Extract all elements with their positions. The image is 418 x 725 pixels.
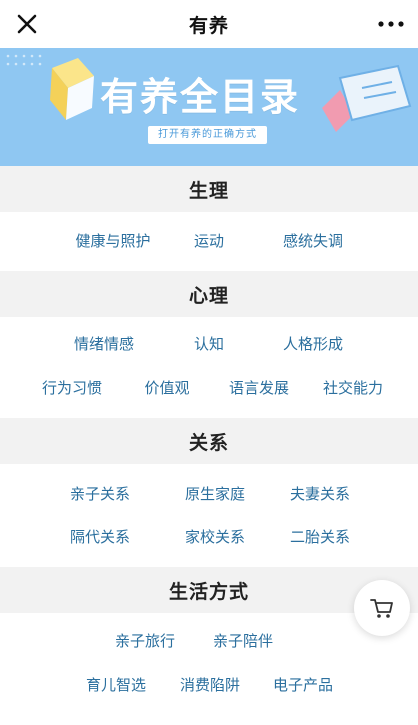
section-title-psychology: 心理 (0, 271, 418, 317)
tag-item[interactable]: 电子产品 (273, 674, 333, 695)
tag-item[interactable]: 运动 (194, 230, 224, 251)
tag-item[interactable]: 亲子旅行 (115, 630, 175, 651)
banner: 有养全目录 打开有养的正确方式 (0, 48, 418, 166)
more-icon[interactable] (376, 14, 406, 34)
page-title: 有养 (188, 14, 229, 37)
tag-item[interactable]: 夫妻关系 (290, 483, 350, 504)
banner-decoration-right (322, 64, 412, 132)
tag-item[interactable]: 亲子陪伴 (213, 630, 273, 651)
tag-item[interactable]: 育儿智选 (86, 674, 146, 695)
tag-item[interactable]: 人格形成 (283, 333, 343, 354)
tag-item[interactable]: 原生家庭 (185, 483, 245, 504)
tag-item[interactable]: 家校关系 (185, 526, 245, 547)
tag-item[interactable]: 二胎关系 (290, 526, 350, 547)
tag-item[interactable]: 认知 (194, 333, 224, 354)
tag-item[interactable]: 语言发展 (229, 377, 289, 398)
tag-item[interactable]: 亲子关系 (70, 483, 130, 504)
tag-item[interactable]: 价值观 (144, 377, 189, 398)
tag-item[interactable]: 健康与照护 (75, 230, 150, 251)
banner-title: 有养全目录 (100, 75, 301, 119)
cart-button[interactable] (354, 580, 410, 636)
tag-item[interactable]: 隔代关系 (70, 526, 130, 547)
section-body-relationships: 亲子关系 原生家庭 夫妻关系 隔代关系 家校关系 二胎关系 (0, 464, 418, 561)
banner-subtitle: 打开有养的正确方式 (148, 126, 267, 144)
tag-item[interactable]: 情绪情感 (74, 333, 134, 354)
tag-item[interactable]: 社交能力 (323, 377, 383, 398)
tag-item[interactable]: 行为习惯 (42, 377, 102, 398)
banner-decoration-left (6, 54, 94, 120)
nav-bar: 有养 (0, 0, 418, 48)
section-body-lifestyle: 亲子旅行 亲子陪伴 育儿智选 消费陷阱 电子产品 (0, 613, 418, 725)
cart-icon (370, 599, 393, 618)
section-title-relationships: 关系 (0, 418, 418, 464)
section-body-physiology: 健康与照护 运动 感统失调 (0, 212, 418, 264)
tag-item[interactable]: 消费陷阱 (180, 674, 240, 695)
section-title-physiology: 生理 (0, 166, 418, 212)
close-icon[interactable] (14, 11, 40, 37)
section-body-psychology: 情绪情感 认知 人格形成 行为习惯 价值观 语言发展 社交能力 (0, 317, 418, 412)
tag-item[interactable]: 感统失调 (283, 230, 343, 251)
